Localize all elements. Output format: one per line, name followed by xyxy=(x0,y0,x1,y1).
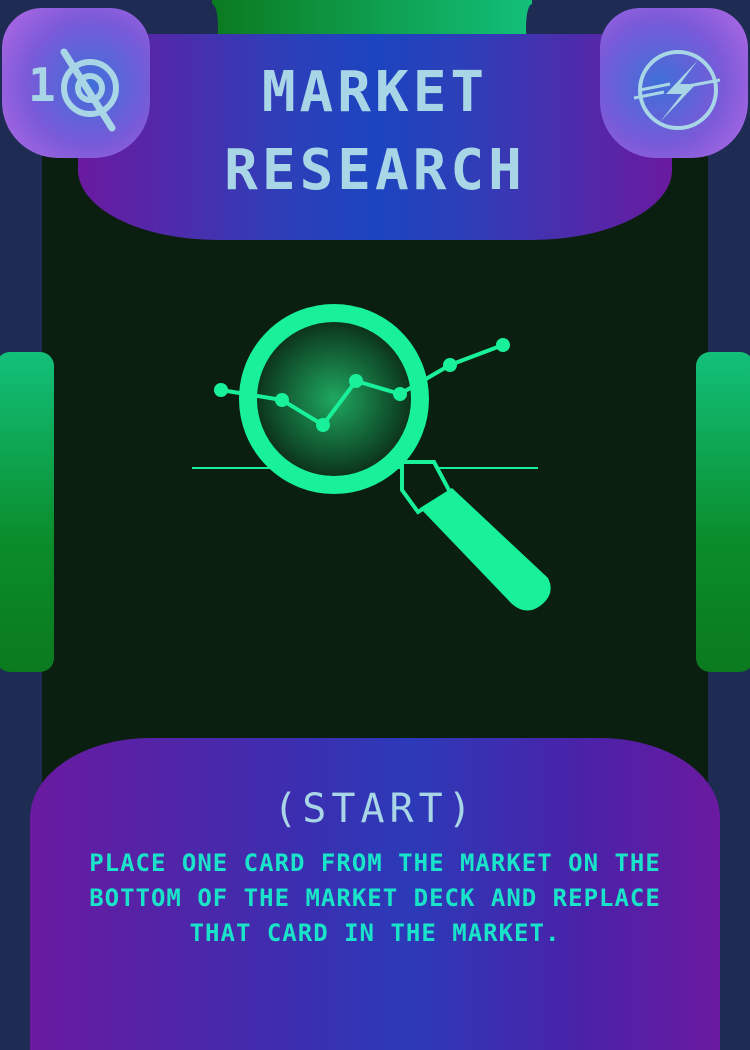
timing-label: (START) xyxy=(273,786,477,832)
game-card[interactable]: 1 MARKET RESEARCH (START) PLACE ONE CARD… xyxy=(0,0,750,1050)
card-title-line1: MARKET xyxy=(261,60,489,125)
card-title-line2: RESEARCH xyxy=(224,138,526,203)
left-side-tab xyxy=(0,352,54,672)
rules-text: PLACE ONE CARD FROM THE MARKET ON THE BO… xyxy=(89,849,661,947)
right-side-tab xyxy=(696,352,750,672)
magnifying-glass-chart-icon xyxy=(192,304,551,611)
cost-number: 1 xyxy=(28,58,56,112)
